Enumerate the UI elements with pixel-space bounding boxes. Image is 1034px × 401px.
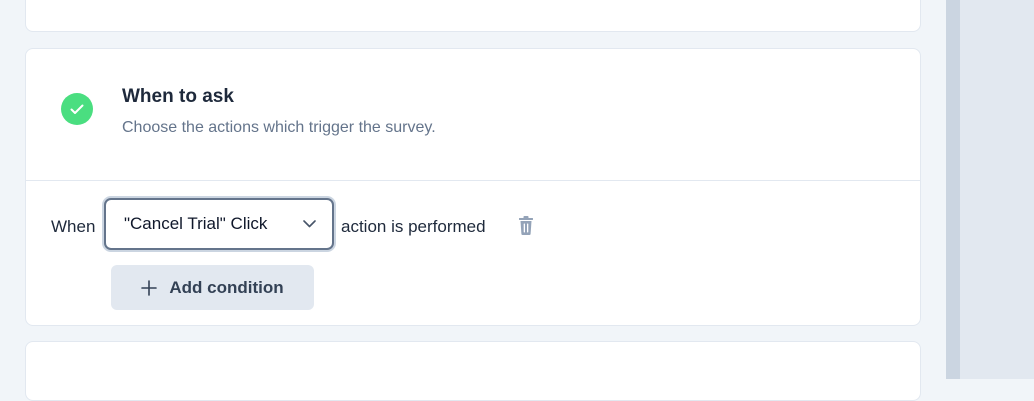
trash-icon[interactable] xyxy=(516,215,536,237)
when-label: When xyxy=(51,217,96,236)
check-circle-icon xyxy=(61,93,93,125)
action-select-value: "Cancel Trial" Click xyxy=(124,214,268,233)
divider xyxy=(26,180,920,181)
plus-icon xyxy=(141,279,158,296)
action-select[interactable]: "Cancel Trial" Click xyxy=(104,198,334,250)
add-condition-button[interactable]: Add condition xyxy=(111,265,314,310)
when-to-ask-card: When to ask Choose the actions which tri… xyxy=(25,48,921,326)
right-rail-border xyxy=(946,0,960,379)
previous-section-card xyxy=(25,0,921,32)
add-condition-label: Add condition xyxy=(169,277,284,297)
chevron-down-icon xyxy=(303,220,316,228)
next-section-card xyxy=(25,341,921,401)
section-title: When to ask xyxy=(122,86,234,107)
action-performed-label: action is performed xyxy=(341,217,486,236)
section-description: Choose the actions which trigger the sur… xyxy=(122,119,436,136)
